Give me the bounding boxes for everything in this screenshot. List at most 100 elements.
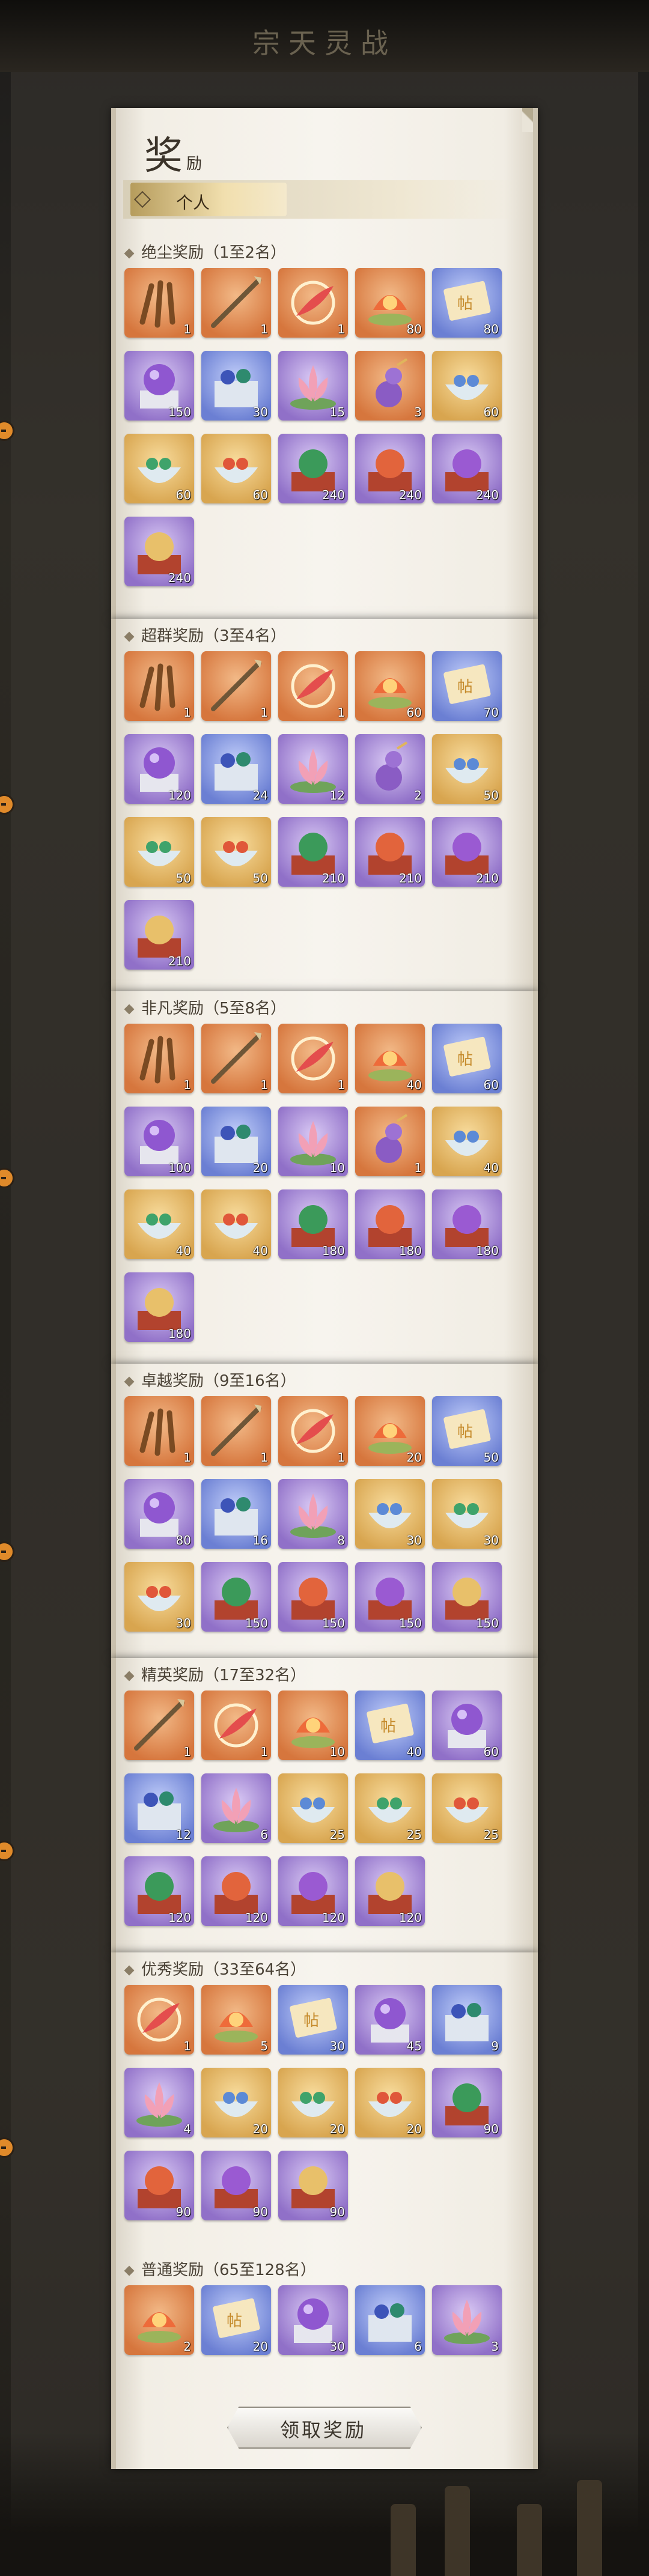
reward-item[interactable]: 1 xyxy=(124,268,194,338)
reward-item[interactable]: 240 xyxy=(278,434,348,503)
reward-item[interactable]: 12 xyxy=(278,734,348,804)
reward-item[interactable]: 5 xyxy=(201,1985,271,2055)
reward-item[interactable]: 6 xyxy=(201,1773,271,1843)
reward-item[interactable]: 60 xyxy=(124,434,194,503)
reward-item[interactable]: 180 xyxy=(355,1189,425,1259)
reward-item[interactable]: 20 xyxy=(201,1107,271,1176)
reward-item[interactable]: 150 xyxy=(355,1562,425,1632)
reward-scroll-panel[interactable]: 卓越奖励（9至16名） 1 1 1 20 帖 50 80 16 8 30 30 30 150 150 150… xyxy=(111,1364,538,1658)
reward-item[interactable]: 1 xyxy=(124,1024,194,1093)
reward-item[interactable]: 9 xyxy=(432,1985,502,2055)
reward-item[interactable]: 150 xyxy=(124,351,194,421)
reward-item[interactable]: 24 xyxy=(201,734,271,804)
reward-item[interactable]: 100 xyxy=(124,1107,194,1176)
reward-item[interactable]: 1 xyxy=(201,651,271,721)
reward-item[interactable]: 60 xyxy=(432,351,502,421)
reward-item[interactable]: 25 xyxy=(355,1773,425,1843)
reward-item[interactable]: 240 xyxy=(124,517,194,586)
reward-item[interactable]: 40 xyxy=(432,1107,502,1176)
reward-item[interactable]: 30 xyxy=(201,351,271,421)
reward-item[interactable]: 240 xyxy=(355,434,425,503)
reward-item[interactable]: 1 xyxy=(355,1107,425,1176)
reward-item[interactable]: 16 xyxy=(201,1479,271,1549)
reward-scroll-panel[interactable]: 优秀奖励（33至64名） 普通奖励（65至128名） 1 5 帖 30 45 9 4 20 20… xyxy=(111,1952,538,2469)
reward-item[interactable]: 1 xyxy=(278,1024,348,1093)
reward-item[interactable]: 90 xyxy=(278,2151,348,2220)
reward-item[interactable]: 60 xyxy=(432,1690,502,1760)
reward-item[interactable]: 帖 30 xyxy=(278,1985,348,2055)
reward-item[interactable]: 180 xyxy=(124,1272,194,1342)
reward-item[interactable]: 120 xyxy=(124,734,194,804)
reward-item[interactable]: 25 xyxy=(278,1773,348,1843)
reward-item[interactable]: 1 xyxy=(278,268,348,338)
reward-item[interactable]: 1 xyxy=(278,651,348,721)
reward-item[interactable]: 50 xyxy=(432,734,502,804)
reward-item[interactable]: 80 xyxy=(124,1479,194,1549)
reward-item[interactable]: 120 xyxy=(355,1856,425,1926)
reward-item[interactable]: 150 xyxy=(432,1562,502,1632)
reward-item[interactable]: 12 xyxy=(124,1773,194,1843)
reward-item[interactable]: 20 xyxy=(201,2068,271,2137)
reward-item[interactable]: 50 xyxy=(124,817,194,887)
reward-scroll-panel[interactable]: 非凡奖励（5至8名） 1 1 1 40 帖 60 100 20 10 1 40 40 40 180 180 1… xyxy=(111,991,538,1364)
reward-item[interactable]: 6 xyxy=(355,2285,425,2355)
reward-item[interactable]: 1 xyxy=(201,1690,271,1760)
reward-item[interactable]: 帖 40 xyxy=(355,1690,425,1760)
reward-item[interactable]: 30 xyxy=(124,1562,194,1632)
reward-item[interactable]: 40 xyxy=(124,1189,194,1259)
reward-item[interactable]: 60 xyxy=(201,434,271,503)
reward-item[interactable]: 120 xyxy=(124,1856,194,1926)
reward-item[interactable]: 20 xyxy=(355,2068,425,2137)
reward-item[interactable]: 50 xyxy=(201,817,271,887)
reward-item[interactable]: 1 xyxy=(201,1024,271,1093)
reward-item[interactable]: 1 xyxy=(124,1396,194,1466)
reward-item[interactable]: 1 xyxy=(124,651,194,721)
reward-item[interactable]: 90 xyxy=(201,2151,271,2220)
reward-item[interactable]: 10 xyxy=(278,1690,348,1760)
reward-item[interactable]: 25 xyxy=(432,1773,502,1843)
reward-item[interactable]: 210 xyxy=(432,817,502,887)
tab-personal[interactable]: 个人 xyxy=(130,183,287,216)
reward-item[interactable]: 60 xyxy=(355,651,425,721)
reward-item[interactable]: 帖 20 xyxy=(201,2285,271,2355)
reward-item[interactable]: 40 xyxy=(201,1189,271,1259)
reward-item[interactable]: 4 xyxy=(124,2068,194,2137)
reward-item[interactable]: 120 xyxy=(201,1856,271,1926)
reward-item[interactable]: 帖 80 xyxy=(432,268,502,338)
reward-scroll-panel[interactable]: 超群奖励（3至4名） 1 1 1 60 帖 70 120 24 12 2 50 50 50 210 210 2… xyxy=(111,619,538,991)
reward-item[interactable]: 30 xyxy=(278,2285,348,2355)
reward-item[interactable]: 30 xyxy=(355,1479,425,1549)
reward-scroll-panel[interactable]: 精英奖励（17至32名） 1 1 10 帖 40 60 12 6 25 25 25 120 120 120… xyxy=(111,1658,538,1952)
reward-item[interactable]: 150 xyxy=(278,1562,348,1632)
reward-item[interactable]: 30 xyxy=(432,1479,502,1549)
reward-item[interactable]: 180 xyxy=(432,1189,502,1259)
reward-item[interactable]: 80 xyxy=(355,268,425,338)
reward-scroll-panel[interactable]: 奖励 个人 绝尘奖励（1至2名） 1 1 1 80 帖 80 150 30 15 3 60 60 60 2… xyxy=(111,108,538,619)
reward-item[interactable]: 90 xyxy=(124,2151,194,2220)
reward-item[interactable]: 20 xyxy=(278,2068,348,2137)
reward-item[interactable]: 1 xyxy=(201,268,271,338)
reward-item[interactable]: 40 xyxy=(355,1024,425,1093)
reward-item[interactable]: 2 xyxy=(124,2285,194,2355)
reward-item[interactable]: 3 xyxy=(432,2285,502,2355)
reward-item[interactable]: 帖 70 xyxy=(432,651,502,721)
reward-item[interactable]: 帖 50 xyxy=(432,1396,502,1466)
reward-item[interactable]: 10 xyxy=(278,1107,348,1176)
reward-item[interactable]: 210 xyxy=(278,817,348,887)
reward-item[interactable]: 1 xyxy=(278,1396,348,1466)
reward-item[interactable]: 210 xyxy=(355,817,425,887)
reward-item[interactable]: 3 xyxy=(355,351,425,421)
reward-item[interactable]: 150 xyxy=(201,1562,271,1632)
reward-item[interactable]: 90 xyxy=(432,2068,502,2137)
claim-rewards-button[interactable]: 领取奖励 xyxy=(227,2403,422,2451)
reward-item[interactable]: 210 xyxy=(124,900,194,970)
reward-item[interactable]: 15 xyxy=(278,351,348,421)
reward-item[interactable]: 1 xyxy=(124,1985,194,2055)
reward-item[interactable]: 20 xyxy=(355,1396,425,1466)
reward-item[interactable]: 240 xyxy=(432,434,502,503)
reward-item[interactable]: 帖 60 xyxy=(432,1024,502,1093)
reward-item[interactable]: 8 xyxy=(278,1479,348,1549)
reward-item[interactable]: 180 xyxy=(278,1189,348,1259)
reward-item[interactable]: 120 xyxy=(278,1856,348,1926)
reward-item[interactable]: 1 xyxy=(201,1396,271,1466)
